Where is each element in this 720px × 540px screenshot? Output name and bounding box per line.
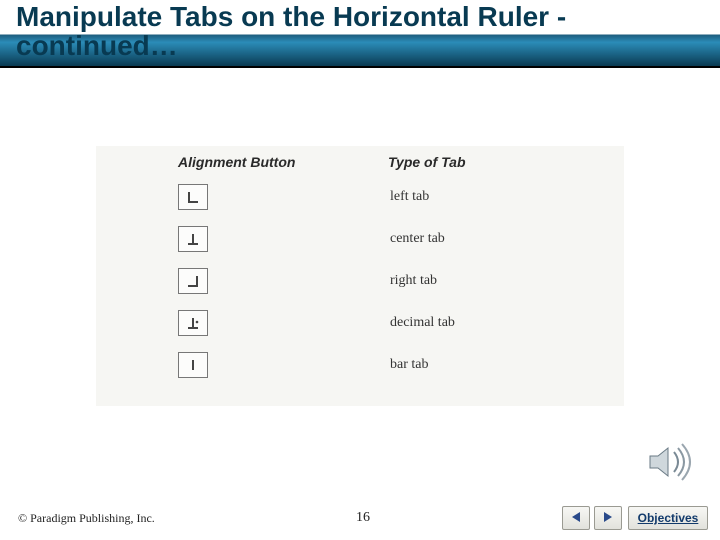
right-tab-icon [178, 268, 208, 294]
tab-label: bar tab [390, 357, 428, 373]
table-row: decimal tab [96, 302, 624, 344]
prev-button[interactable] [562, 506, 590, 530]
triangle-right-icon [601, 510, 615, 524]
table-row: left tab [96, 176, 624, 218]
left-tab-icon [178, 184, 208, 210]
tab-label: left tab [390, 189, 429, 205]
slide-footer: © Paradigm Publishing, Inc. 16 Objective… [0, 504, 720, 530]
decimal-tab-icon [178, 310, 208, 336]
bar-tab-icon [178, 352, 208, 378]
col-header-type: Type of Tab [388, 154, 466, 170]
objectives-button[interactable]: Objectives [628, 506, 708, 530]
table-row: bar tab [96, 344, 624, 386]
triangle-left-icon [569, 510, 583, 524]
slide-title: Manipulate Tabs on the Horizontal Ruler … [16, 2, 720, 61]
next-button[interactable] [594, 506, 622, 530]
table-row: right tab [96, 260, 624, 302]
table-row: center tab [96, 218, 624, 260]
speaker-icon [644, 440, 698, 484]
slide-header: Manipulate Tabs on the Horizontal Ruler … [0, 0, 720, 68]
table-header-row: Alignment Button Type of Tab [96, 146, 624, 170]
tab-label: right tab [390, 273, 437, 289]
tab-label: center tab [390, 231, 445, 247]
copyright-text: © Paradigm Publishing, Inc. [18, 511, 155, 526]
nav-buttons [562, 506, 622, 530]
col-header-alignment: Alignment Button [178, 154, 388, 170]
center-tab-icon [178, 226, 208, 252]
page-number: 16 [356, 510, 370, 526]
tab-label: decimal tab [390, 315, 455, 331]
tab-types-table: Alignment Button Type of Tab left tab ce… [96, 146, 624, 406]
